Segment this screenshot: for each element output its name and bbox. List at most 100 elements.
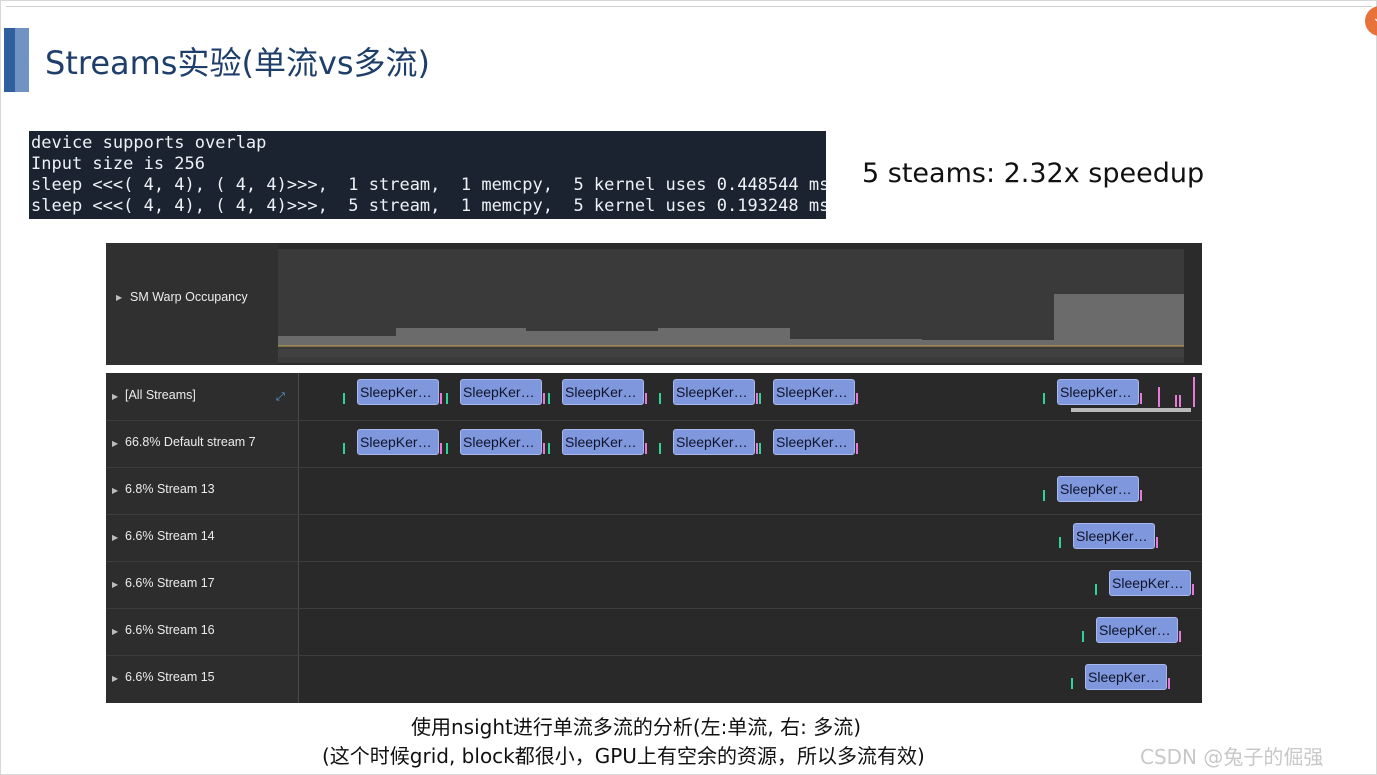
kernel-bar[interactable]: SleepKer…	[1096, 617, 1178, 643]
kernel-bar[interactable]: SleepKer…	[562, 429, 644, 455]
kernel-bar[interactable]: SleepKer…	[673, 379, 755, 405]
terminal-line: Input size is 256	[31, 154, 205, 174]
memcpy-tick	[548, 393, 550, 404]
sync-tick	[1193, 377, 1195, 407]
stream-row-label[interactable]: 66.8% Default stream 7	[125, 435, 256, 449]
stream-row-label[interactable]: 6.6% Stream 15	[125, 670, 215, 684]
occupancy-lower-band	[278, 349, 1184, 357]
occupancy-step	[790, 339, 922, 346]
terminal-output: device supports overlap Input size is 25…	[29, 131, 826, 219]
occupancy-step	[396, 328, 526, 346]
row-separator	[106, 655, 1202, 656]
timeline-panel: ⤢ ▶ [All Streams] SleepKer… SleepKer… SleepK…	[106, 373, 1202, 703]
memcpy-tick	[1043, 393, 1045, 404]
caret-right-icon[interactable]: ▶	[112, 533, 118, 542]
watermark: CSDN @兔子的倔强	[1140, 745, 1324, 769]
row-separator	[106, 467, 1202, 468]
caption-line-1: 使用nsight进行单流多流的分析(左:单流, 右: 多流)	[411, 715, 862, 739]
sync-tick	[440, 393, 442, 404]
caret-right-icon[interactable]: ▶	[112, 486, 118, 495]
kernel-bar[interactable]: SleepKer…	[460, 379, 542, 405]
caret-right-icon[interactable]: ▶	[116, 293, 122, 302]
kernel-bar[interactable]: SleepKer…	[1057, 476, 1139, 502]
memcpy-tick	[1071, 678, 1073, 689]
kernel-bar[interactable]: SleepKer…	[773, 429, 855, 455]
memcpy-tick	[343, 443, 345, 454]
kernel-bar[interactable]: SleepKer…	[673, 429, 755, 455]
memcpy-tick	[1082, 631, 1084, 642]
memcpy-tick	[1095, 584, 1097, 595]
kernel-bar[interactable]: SleepKer…	[1085, 664, 1167, 690]
kernel-bar[interactable]: SleepKer…	[1057, 379, 1139, 405]
kernel-bar[interactable]: SleepKer…	[1073, 523, 1155, 549]
stream-row-label[interactable]: 6.8% Stream 13	[125, 482, 215, 496]
occupancy-step	[526, 331, 658, 346]
memcpy-tick	[343, 393, 345, 404]
memcpy-tick	[659, 443, 661, 454]
row-separator	[106, 608, 1202, 609]
sync-tick	[440, 443, 442, 454]
speedup-note: 5 steams: 2.32x speedup	[862, 158, 1205, 189]
row-separator	[106, 561, 1202, 562]
kernel-bar[interactable]: SleepKer…	[357, 379, 439, 405]
terminal-line: sleep <<<( 4, 4), ( 4, 4)>>>, 1 stream, …	[31, 175, 826, 195]
kernel-bar[interactable]: SleepKer…	[460, 429, 542, 455]
memcpy-tick	[659, 393, 661, 404]
row-separator	[106, 420, 1202, 421]
caret-right-icon[interactable]: ▶	[112, 392, 118, 401]
expand-diagonal-icon[interactable]: ⤢	[276, 390, 285, 404]
occupancy-row-label[interactable]: SM Warp Occupancy	[130, 290, 248, 304]
caret-right-icon[interactable]: ▶	[112, 627, 118, 636]
kernel-bar[interactable]: SleepKer…	[562, 379, 644, 405]
occupancy-step	[922, 340, 1054, 346]
stream-range-bar	[1071, 408, 1191, 412]
sync-tick	[543, 393, 545, 404]
memcpy-tick	[446, 393, 448, 404]
memcpy-tick	[548, 443, 550, 454]
occupancy-step	[658, 328, 790, 346]
occupancy-step	[1054, 294, 1184, 346]
caret-right-icon[interactable]: ▶	[112, 674, 118, 683]
sync-tick	[645, 393, 647, 404]
stream-row-label[interactable]: [All Streams]	[125, 388, 196, 402]
sync-tick	[1179, 395, 1181, 407]
sync-tick	[543, 443, 545, 454]
sync-tick	[1156, 537, 1158, 548]
memcpy-tick	[1059, 537, 1061, 548]
sync-tick	[1140, 490, 1142, 501]
top-divider	[6, 6, 1372, 7]
terminal-line: device supports overlap	[31, 133, 267, 153]
sync-tick	[1175, 395, 1177, 407]
stream-row-label[interactable]: 6.6% Stream 14	[125, 529, 215, 543]
memcpy-tick	[446, 443, 448, 454]
caret-right-icon[interactable]: ▶	[112, 580, 118, 589]
occupancy-chart	[278, 249, 1184, 363]
memcpy-tick	[759, 443, 761, 454]
sync-tick	[856, 443, 858, 454]
kernel-bar[interactable]: SleepKer…	[357, 429, 439, 455]
sync-tick	[1168, 678, 1170, 689]
occupancy-step	[278, 336, 396, 346]
terminal-line: sleep <<<( 4, 4), ( 4, 4)>>>, 5 stream, …	[31, 196, 826, 216]
sync-tick	[756, 393, 758, 404]
occupancy-panel: ▶ SM Warp Occupancy	[106, 243, 1202, 365]
caption-line-2: (这个时候grid, block都很小，GPU上有空余的资源，所以多流有效)	[322, 744, 925, 768]
memcpy-tick	[1043, 490, 1045, 501]
sync-tick	[756, 443, 758, 454]
memcpy-tick	[759, 393, 761, 404]
slide-title: Streams实验(单流vs多流)	[45, 44, 431, 82]
caret-right-icon[interactable]: ▶	[112, 439, 118, 448]
sync-tick	[1158, 387, 1160, 407]
kernel-bar[interactable]: SleepKer…	[1109, 570, 1191, 596]
sync-tick	[645, 443, 647, 454]
stream-row-label[interactable]: 6.6% Stream 16	[125, 623, 215, 637]
stream-row-label[interactable]: 6.6% Stream 17	[125, 576, 215, 590]
sync-tick	[856, 393, 858, 404]
occupancy-label-column: ▶ SM Warp Occupancy	[106, 243, 278, 365]
title-accent-bar	[4, 28, 29, 92]
sync-tick	[1179, 631, 1181, 642]
row-separator	[106, 514, 1202, 515]
kernel-bar[interactable]: SleepKer…	[773, 379, 855, 405]
sync-tick	[1192, 584, 1194, 595]
sync-tick	[1140, 393, 1142, 404]
